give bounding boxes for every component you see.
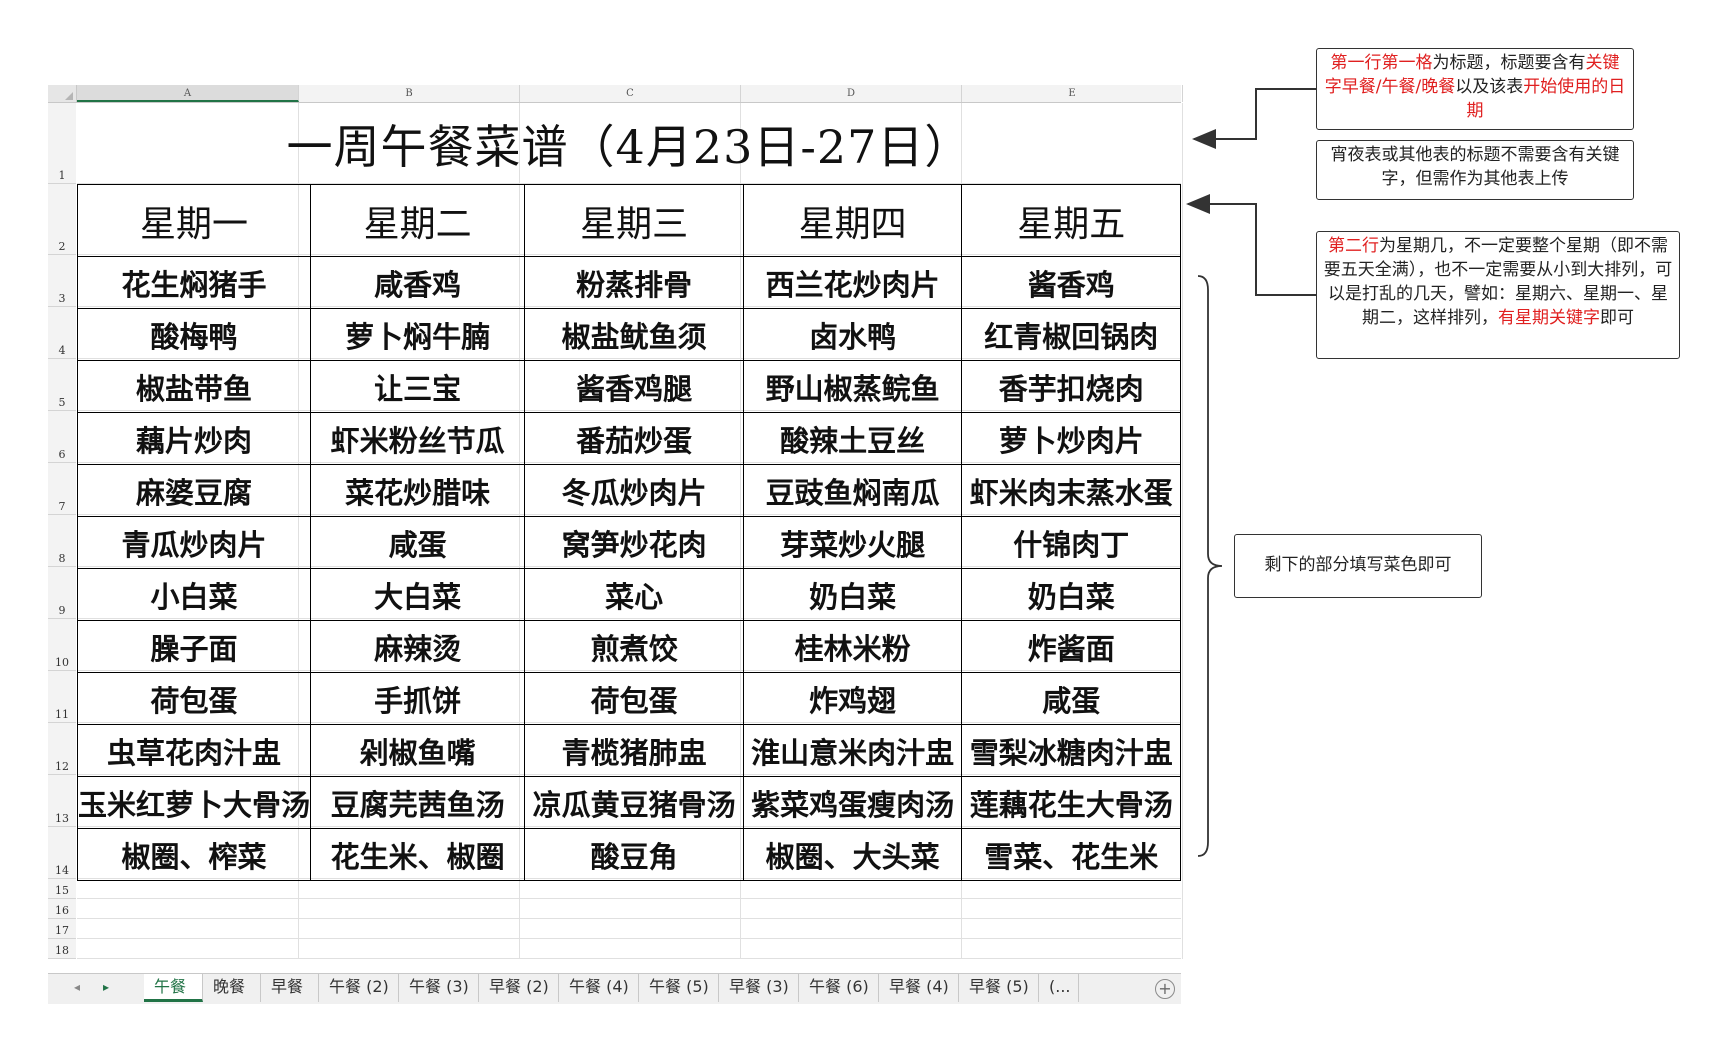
annotation-arrows [1186, 88, 1316, 857]
title-arrow [1192, 88, 1316, 149]
dishes-brace [1197, 275, 1223, 857]
